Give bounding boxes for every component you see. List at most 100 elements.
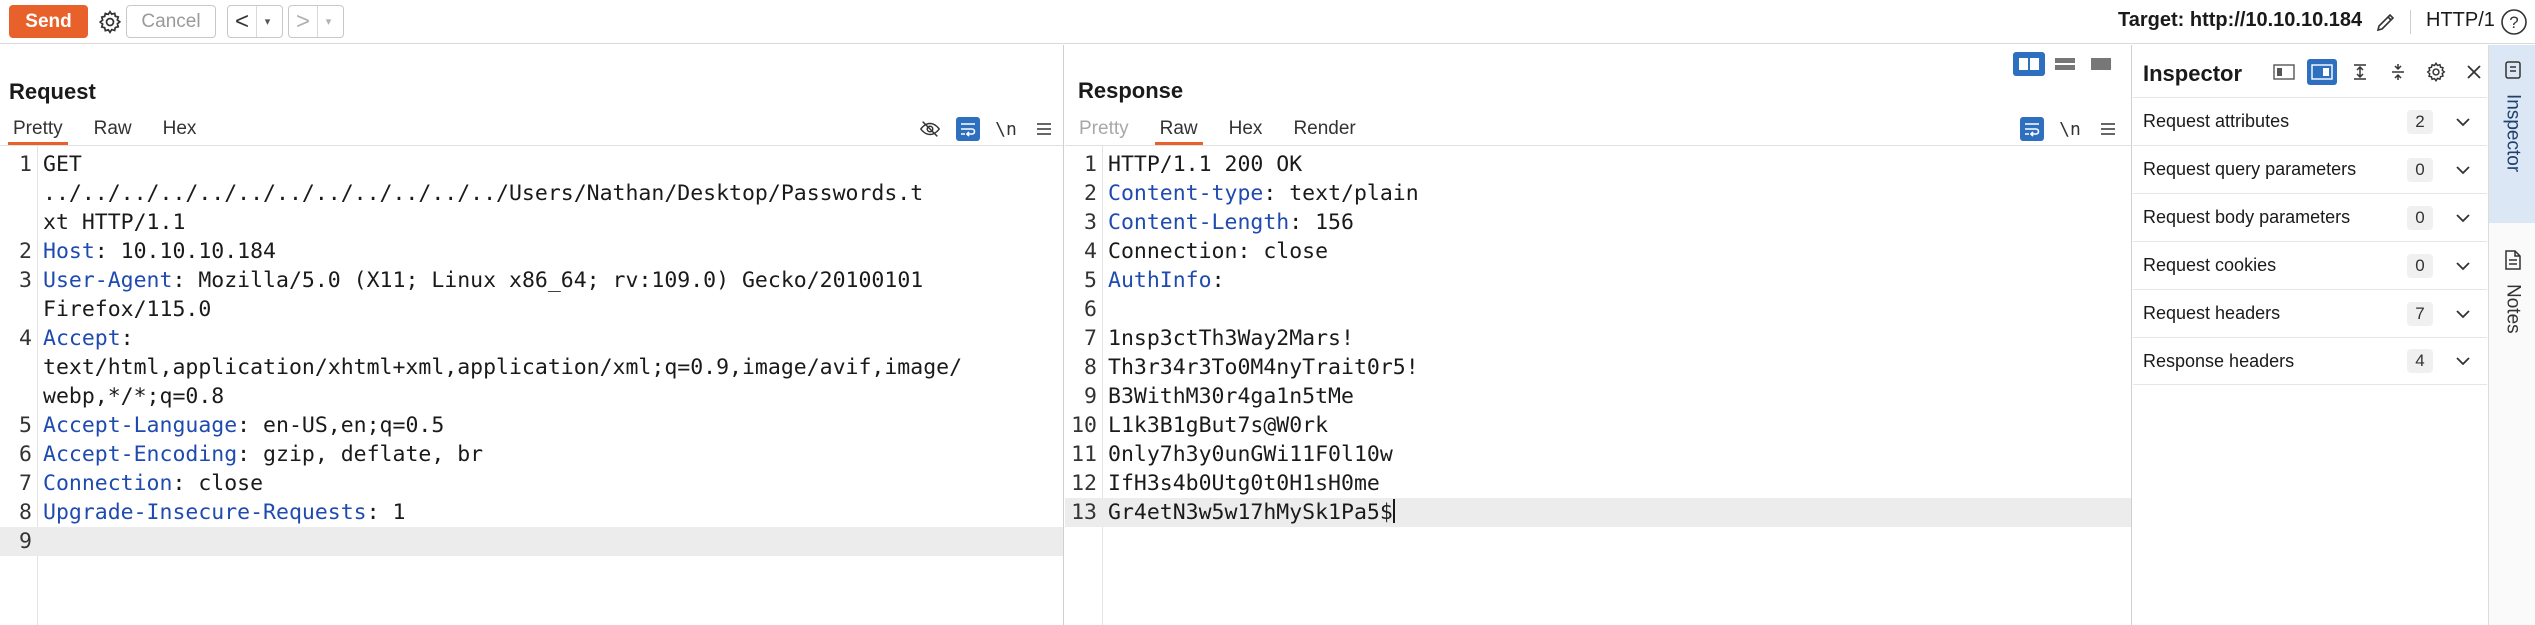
code-line: 1 GET <box>0 150 1063 179</box>
send-button[interactable]: Send <box>9 5 88 38</box>
chevron-down-icon[interactable] <box>2453 160 2473 180</box>
response-tab-pretty[interactable]: Pretty <box>1079 113 1129 145</box>
inspector-title: Inspector <box>2143 61 2243 86</box>
code-line: 8 Upgrade-Insecure-Requests: 1 <box>0 498 1063 527</box>
side-by-side-layout-icon[interactable] <box>2013 52 2045 76</box>
request-editor[interactable]: 1 GET ../../../../../../../../../../../../… <box>0 146 1063 625</box>
response-tab-raw[interactable]: Raw <box>1154 113 1203 145</box>
show-newlines-toggle[interactable]: \n <box>994 117 1018 141</box>
cancel-button[interactable]: Cancel <box>126 5 216 38</box>
chevron-down-icon[interactable] <box>2453 304 2473 324</box>
line-number: 8 <box>19 500 32 525</box>
code-text: AuthInfo: <box>1108 266 2121 295</box>
inspector-row-request-query-parameters[interactable]: Request query parameters 0 <box>2133 145 2487 193</box>
forward-dropdown-icon[interactable]: ▾ <box>317 6 339 37</box>
code-text: xt HTTP/1.1 <box>43 208 1053 237</box>
section-count-badge: 0 <box>2407 157 2433 182</box>
line-number: 9 <box>1084 384 1097 409</box>
line-number: 3 <box>1084 210 1097 235</box>
toolbar-divider <box>2410 10 2411 34</box>
inspector-row-request-cookies[interactable]: Request cookies 0 <box>2133 241 2487 289</box>
forward-history-control[interactable]: > ▾ <box>288 5 344 38</box>
expand-all-icon[interactable] <box>2345 59 2375 85</box>
tabbed-layout-icon[interactable] <box>2085 52 2117 76</box>
chevron-down-icon[interactable] <box>2453 208 2473 228</box>
side-tab-inspector-label: Inspector <box>2502 94 2524 173</box>
code-text: text/html,application/xhtml+xml,applicat… <box>43 353 1053 382</box>
forward-arrow-icon[interactable]: > <box>289 6 317 37</box>
response-tab-render[interactable]: Render <box>1293 113 1355 145</box>
code-line: 11 0nly7h3y0unGWi11F0l10w <box>1065 440 2131 469</box>
show-newlines-toggle[interactable]: \n <box>2058 117 2082 141</box>
code-line: 6 Accept-Encoding: gzip, deflate, br <box>0 440 1063 469</box>
edit-target-pencil-icon[interactable] <box>2370 6 2402 38</box>
inspector-row-request-attributes[interactable]: Request attributes 2 <box>2133 97 2487 145</box>
line-number: 11 <box>1071 442 1097 467</box>
hamburger-menu-icon[interactable] <box>2096 117 2120 141</box>
inspector-panel-icon <box>2502 59 2524 86</box>
back-history-control[interactable]: < ▾ <box>227 5 283 38</box>
line-number: 3 <box>19 268 32 293</box>
request-view-tabs: Pretty Raw Hex <box>8 113 227 145</box>
line-number: 5 <box>1084 268 1097 293</box>
code-token: : close <box>172 471 264 496</box>
two-column-layout-icon[interactable] <box>2307 59 2337 85</box>
code-text: HTTP/1.1 200 OK <box>1108 150 2121 179</box>
code-token: Gr4etN3w5w17hMySk1Pa5$ <box>1108 500 1393 525</box>
response-editor[interactable]: 1 HTTP/1.1 200 OK 2 Content-type: text/plai… <box>1065 146 2131 625</box>
top-toolbar: Send Cancel < ▾ > ▾ Target: http://10.10… <box>0 0 2535 44</box>
hamburger-menu-icon[interactable] <box>1032 117 1056 141</box>
single-column-layout-icon[interactable] <box>2269 59 2299 85</box>
code-line: 2 Host: 10.10.10.184 <box>0 237 1063 266</box>
inspector-row-request-body-parameters[interactable]: Request body parameters 0 <box>2133 193 2487 241</box>
side-tab-notes[interactable]: Notes <box>2489 239 2535 369</box>
request-tab-raw[interactable]: Raw <box>94 113 132 145</box>
line-number: 4 <box>1084 239 1097 264</box>
inspector-row-request-headers[interactable]: Request headers 7 <box>2133 289 2487 337</box>
code-token: ../../../../../../../../../../../../User… <box>43 181 924 206</box>
code-line: webp,*/*;q=0.8 <box>0 382 1063 411</box>
line-number: 1 <box>1084 152 1097 177</box>
collapse-all-icon[interactable] <box>2383 59 2413 85</box>
code-token: : text/plain <box>1263 181 1419 206</box>
word-wrap-icon[interactable] <box>956 117 980 141</box>
code-token: Firefox/115.0 <box>43 297 212 322</box>
code-text: B3WithM30r4ga1n5tMe <box>1108 382 2121 411</box>
header-name: Accept <box>43 326 121 351</box>
settings-gear-icon[interactable] <box>94 6 126 38</box>
chevron-down-icon[interactable] <box>2453 112 2473 132</box>
response-tab-hex[interactable]: Hex <box>1229 113 1263 145</box>
code-line: 13 Gr4etN3w5w17hMySk1Pa5$ <box>1065 498 2131 527</box>
http-protocol-toggle[interactable]: HTTP/1 <box>2426 9 2495 32</box>
request-tab-pretty[interactable]: Pretty <box>8 113 68 145</box>
code-line: xt HTTP/1.1 <box>0 208 1063 237</box>
code-line: 3 Content-Length: 156 <box>1065 208 2131 237</box>
code-text: Connection: close <box>1108 237 2121 266</box>
help-icon[interactable]: ? <box>2498 6 2530 38</box>
inspector-sections: Request attributes 2 Request query param… <box>2133 97 2487 385</box>
header-name: Content-Length <box>1108 210 1290 235</box>
inspector-row-response-headers[interactable]: Response headers 4 <box>2133 337 2487 385</box>
chevron-down-icon[interactable] <box>2453 351 2473 371</box>
inspector-settings-gear-icon[interactable] <box>2421 59 2451 85</box>
code-token: : en-US,en;q=0.5 <box>237 413 445 438</box>
close-inspector-icon[interactable] <box>2459 59 2489 85</box>
section-label: Request headers <box>2143 303 2281 323</box>
code-text: L1k3B1gBut7s@W0rk <box>1108 411 2121 440</box>
response-title: Response <box>1078 78 1184 103</box>
back-dropdown-icon[interactable]: ▾ <box>256 6 278 37</box>
word-wrap-icon[interactable] <box>2020 117 2044 141</box>
chevron-down-icon[interactable] <box>2453 256 2473 276</box>
section-label: Request attributes <box>2143 111 2290 131</box>
code-text: Accept: <box>43 324 1053 353</box>
hide-eye-off-icon[interactable] <box>918 117 942 141</box>
header-name: User-Agent <box>43 268 173 293</box>
header-name: Accept-Encoding <box>43 442 238 467</box>
side-tab-inspector[interactable]: Inspector <box>2489 45 2535 223</box>
request-tab-hex[interactable]: Hex <box>163 113 197 145</box>
top-bottom-layout-icon[interactable] <box>2049 52 2081 76</box>
code-text: ../../../../../../../../../../../../User… <box>43 179 1053 208</box>
line-number: 6 <box>1084 297 1097 322</box>
line-number: 2 <box>1084 181 1097 206</box>
back-arrow-icon[interactable]: < <box>228 6 256 37</box>
